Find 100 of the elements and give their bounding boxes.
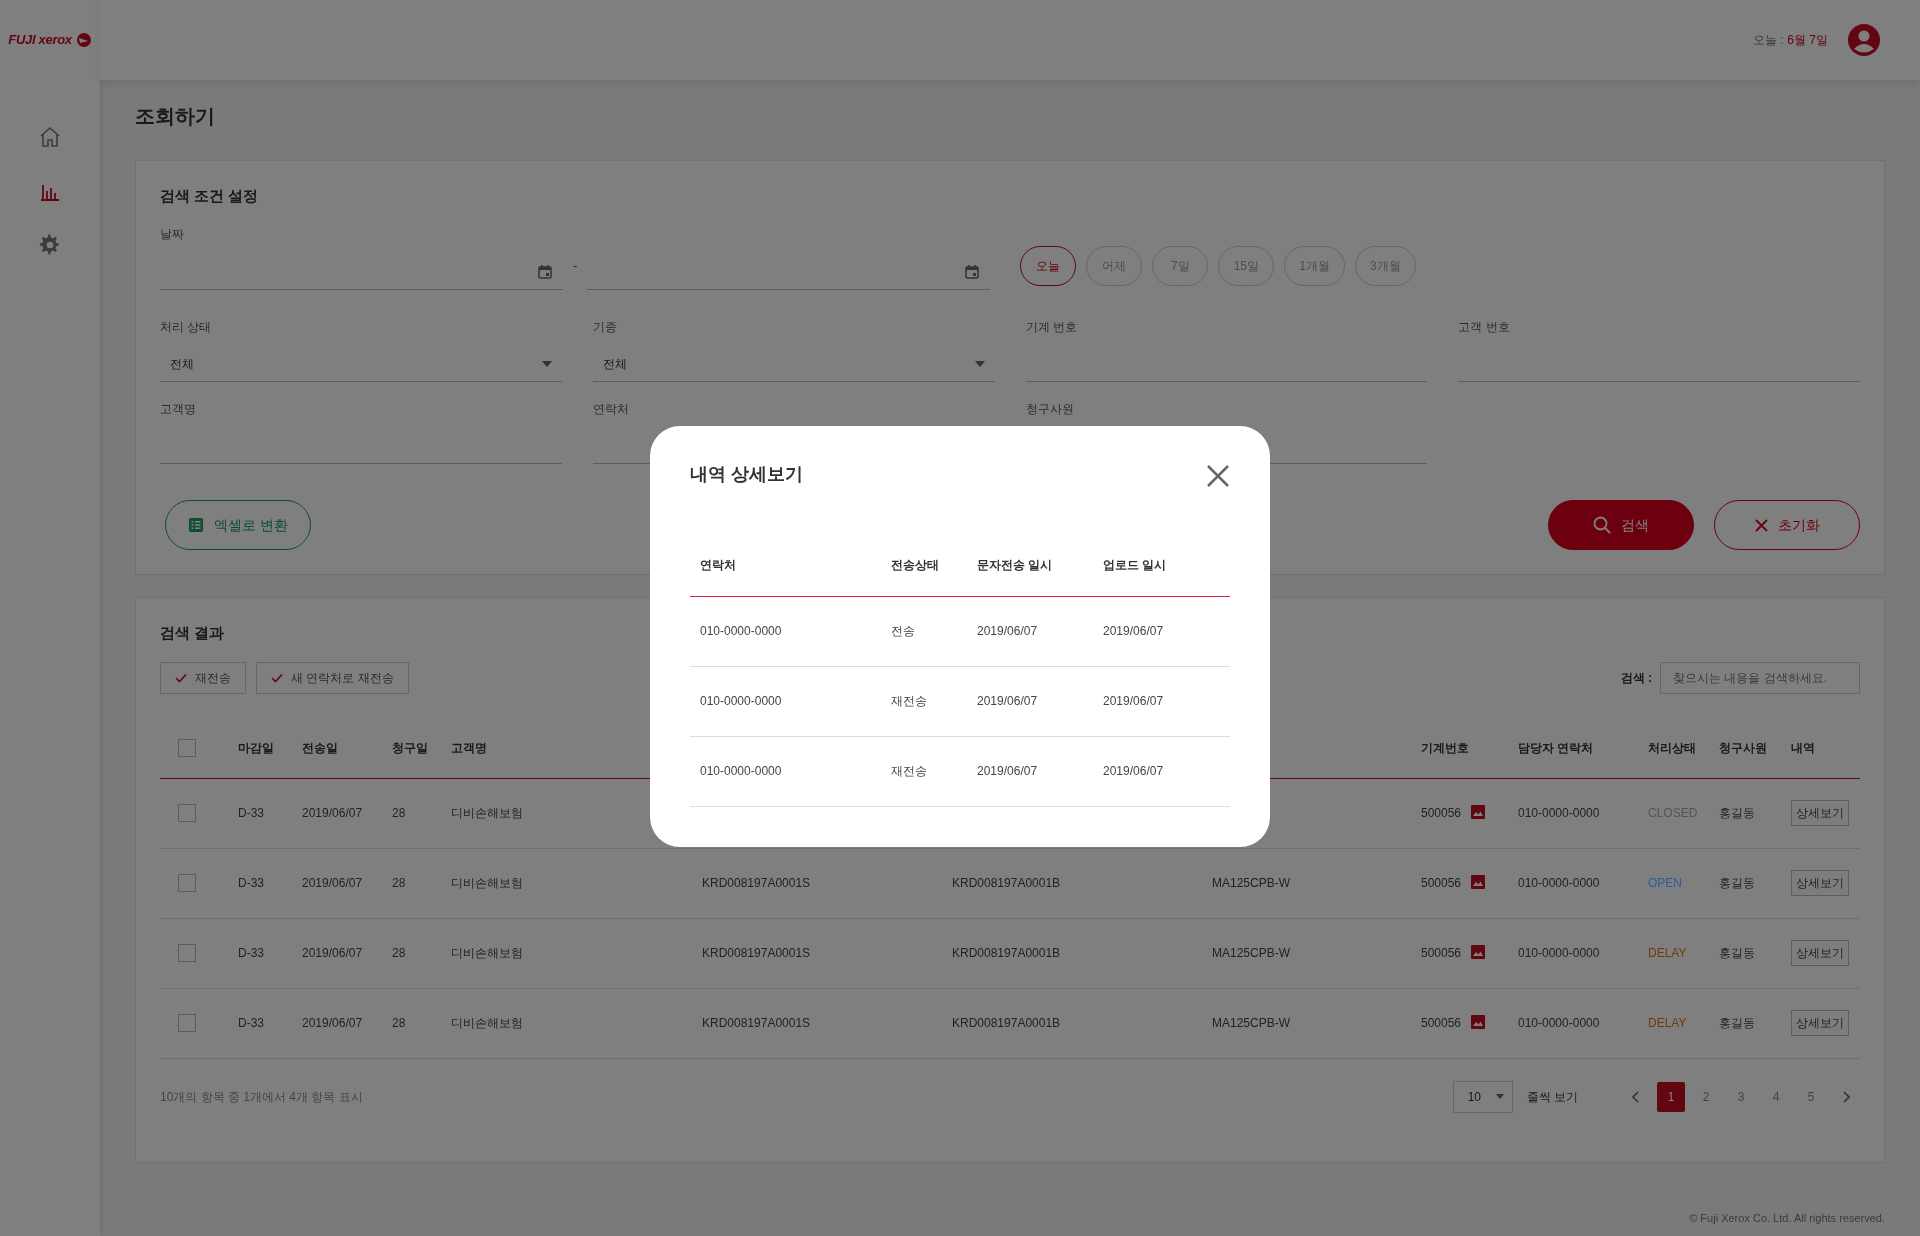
page-button[interactable]: 4: [1762, 1081, 1790, 1112]
page-button[interactable]: 3: [1727, 1081, 1755, 1112]
table-cell: 28: [392, 1016, 406, 1030]
column-header: 담당자 연락처: [1518, 740, 1594, 755]
field-label: 연락처: [592, 402, 630, 416]
table-cell: D-33: [238, 1016, 264, 1030]
today-label: 오늘 :: [1753, 33, 1784, 48]
column-header: 업로드 일시: [1103, 557, 1167, 572]
table-cell: 010-0000-0000: [700, 624, 782, 638]
field-label: 날짜: [160, 226, 185, 242]
calendar-icon[interactable]: [537, 263, 553, 280]
image-icon[interactable]: [1471, 1015, 1486, 1029]
status-text: DELAY: [1648, 1016, 1687, 1030]
table-cell: MA125CPB-W: [1212, 1016, 1291, 1030]
resend-button[interactable]: 새 연락처로 재전송: [256, 662, 409, 694]
table-cell: 디비손해보험: [451, 806, 523, 820]
table-cell: 28: [392, 806, 406, 820]
home-nav-button[interactable]: [38, 125, 62, 149]
table-cell: 2019/06/07: [302, 946, 363, 960]
field-label: 기종: [592, 320, 618, 334]
table-cell: KRD008197A0001S: [702, 1016, 811, 1030]
table-cell: 500056: [1421, 876, 1462, 890]
column-header: 내역: [1791, 740, 1815, 755]
page-title: 조회하기: [135, 104, 216, 128]
dropdown-field[interactable]: 전체: [160, 346, 562, 382]
dropdown-field[interactable]: 전체: [592, 346, 995, 382]
table-cell: 디비손해보험: [451, 1016, 523, 1030]
table-cell: KRD008197A0001S: [702, 946, 811, 960]
column-header: 마감일: [238, 740, 274, 755]
detail-button[interactable]: 상세보기: [1791, 940, 1849, 966]
caret-icon: [1495, 1094, 1504, 1099]
field-label: 기계 번호: [1025, 320, 1078, 334]
date-separator: -: [573, 257, 578, 276]
table-cell: 재전송: [891, 764, 927, 778]
reset-button[interactable]: 초기화: [1714, 500, 1860, 550]
table-cell: KRD008197A0001B: [952, 946, 1061, 960]
column-header: 전송상태: [891, 557, 939, 572]
check-icon: [175, 673, 187, 683]
table-cell: 010-0000-0000: [1518, 806, 1600, 820]
field-label: 고객명: [160, 402, 197, 416]
search-label: 검색 :: [1620, 670, 1652, 687]
table-cell: D-33: [238, 876, 264, 890]
table-cell: 28: [392, 876, 406, 890]
user-avatar-icon[interactable]: [1848, 24, 1880, 56]
table-cell: 2019/06/07: [977, 694, 1038, 708]
field-label: 처리 상태: [160, 320, 213, 334]
table-cell: 2019/06/07: [1103, 694, 1164, 708]
close-button[interactable]: [1206, 464, 1230, 488]
table-cell: 디비손해보험: [451, 876, 523, 890]
dialog-title: 내역 상세보기: [690, 464, 803, 486]
column-header: 청구사원: [1719, 740, 1767, 755]
search-icon: [1593, 516, 1611, 534]
table-cell: D-33: [238, 806, 264, 820]
column-header: 연락처: [700, 557, 736, 572]
image-icon[interactable]: [1471, 945, 1486, 959]
detail-button[interactable]: 상세보기: [1791, 800, 1849, 826]
close-icon: [1754, 518, 1768, 532]
settings-nav-button[interactable]: [38, 233, 62, 257]
panel-title: 검색 결과: [160, 624, 225, 642]
panel-title: 검색 조건 설정: [160, 187, 259, 205]
status-text: OPEN: [1648, 876, 1682, 890]
table-cell: 디비손해보험: [451, 946, 523, 960]
calendar-icon[interactable]: [964, 263, 981, 280]
row-checkbox[interactable]: [178, 1014, 196, 1033]
table-cell: 2019/06/07: [1103, 624, 1164, 638]
table-cell: D-33: [238, 946, 264, 960]
today-date: 6월 7일: [1787, 33, 1828, 48]
status-text: DELAY: [1648, 946, 1687, 960]
table-cell: 홍길동: [1719, 876, 1755, 890]
table-cell: 010-0000-0000: [1518, 946, 1600, 960]
table-cell: 전송: [891, 624, 915, 638]
detail-button[interactable]: 상세보기: [1791, 1010, 1849, 1036]
page-size-select[interactable]: 10: [1452, 1080, 1513, 1113]
row-checkbox[interactable]: [178, 944, 196, 963]
table-cell: KRD008197A0001S: [702, 876, 811, 890]
logo-text: FUJI xerox: [8, 31, 72, 50]
excel-export-button[interactable]: 엑셀로 변환: [165, 500, 311, 550]
table-cell: 홍길동: [1719, 946, 1755, 960]
page-button[interactable]: 2: [1692, 1081, 1720, 1112]
table-cell: 500056: [1421, 1016, 1462, 1030]
row-checkbox[interactable]: [178, 804, 196, 823]
table-cell: 010-0000-0000: [700, 694, 782, 708]
page-button[interactable]: 1: [1657, 1081, 1685, 1112]
sheet-icon: [188, 517, 205, 533]
search-field[interactable]: 찾으시는 내용을 검색하세요.: [1660, 662, 1860, 694]
image-icon[interactable]: [1471, 875, 1486, 889]
row-checkbox[interactable]: [178, 874, 196, 893]
table-cell: MA125CPB-W: [1212, 946, 1291, 960]
period-chip[interactable]: 오늘: [1020, 246, 1077, 286]
image-icon[interactable]: [1471, 805, 1486, 819]
select-all-checkbox[interactable]: [178, 739, 196, 758]
page-size-label: 줄씩 보기: [1526, 1088, 1578, 1106]
caret-icon: [541, 360, 552, 367]
resend-button[interactable]: 재전송: [160, 662, 246, 694]
search-button[interactable]: 검색: [1548, 500, 1694, 550]
detail-button[interactable]: 상세보기: [1791, 870, 1849, 896]
page-button[interactable]: 5: [1797, 1081, 1825, 1112]
table-cell: 010-0000-0000: [1518, 876, 1600, 890]
table-cell: 2019/06/07: [302, 806, 363, 820]
logo-ball-icon: [75, 32, 92, 48]
